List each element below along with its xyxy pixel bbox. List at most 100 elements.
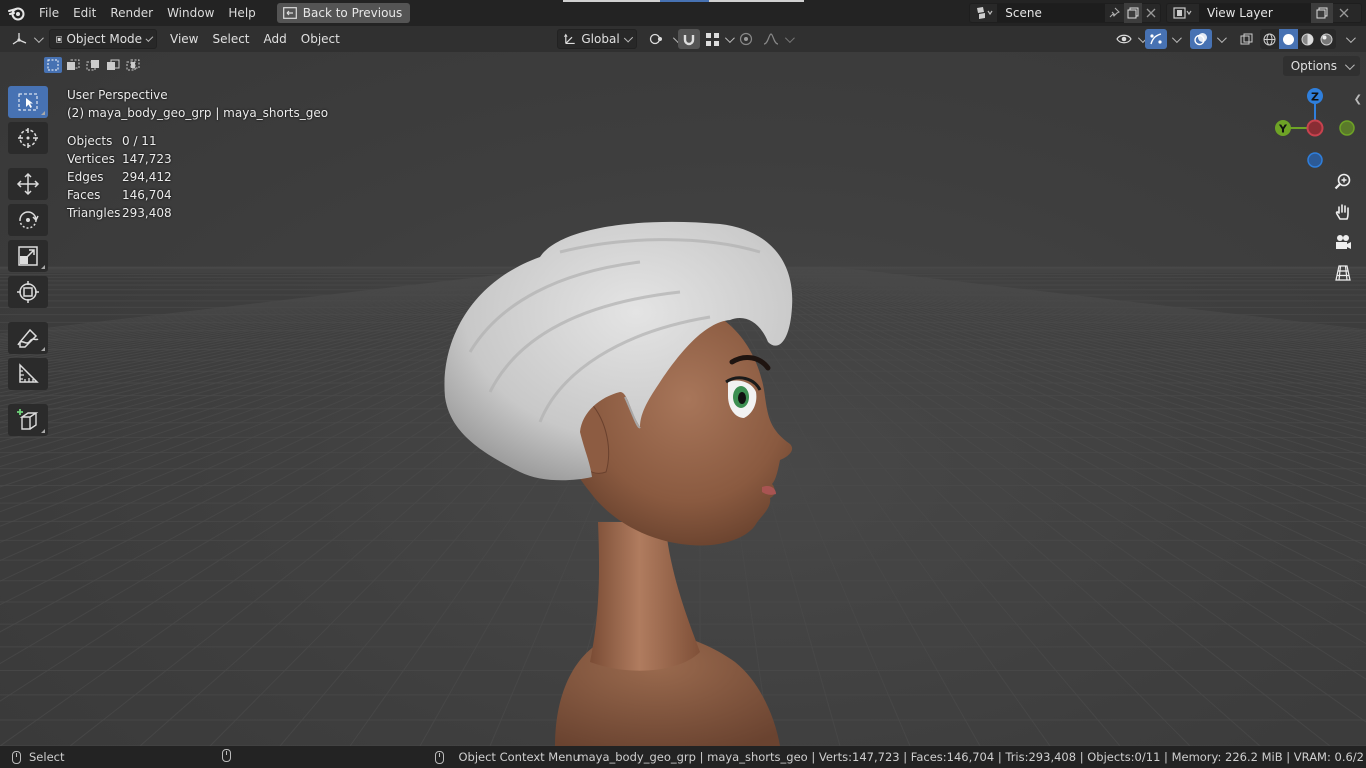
gizmo-z-label: Z <box>1311 91 1319 104</box>
gizmo-x-ball[interactable] <box>1306 119 1324 137</box>
mouse-middle-icon <box>222 749 232 762</box>
selection-mode-group <box>44 57 142 73</box>
rendered-shading-icon[interactable] <box>1317 29 1336 49</box>
menu-select[interactable]: Select <box>205 26 256 52</box>
xray-toggle[interactable] <box>1235 29 1257 49</box>
tool-scale[interactable] <box>8 240 48 272</box>
select-box-icon <box>18 93 38 111</box>
perspective-toggle-icon[interactable] <box>1330 260 1356 286</box>
workspace-tabs-indicator <box>563 0 804 2</box>
editor-type-button[interactable] <box>6 29 47 49</box>
tool-move[interactable] <box>8 168 48 200</box>
gizmo-dropdown[interactable] <box>1166 29 1183 49</box>
back-to-previous-button[interactable]: Back to Previous <box>276 3 411 23</box>
status-context-menu-label: Object Context Menu <box>458 750 580 764</box>
menu-object[interactable]: Object <box>294 26 347 52</box>
tool-annotate[interactable] <box>8 322 48 354</box>
falloff-dropdown[interactable] <box>757 29 798 49</box>
view-layer-name-field[interactable]: View Layer <box>1199 4 1311 22</box>
new-scene-icon[interactable] <box>1123 3 1142 23</box>
select-new-icon[interactable] <box>44 57 62 73</box>
menu-window[interactable]: Window <box>160 0 221 26</box>
tool-cursor[interactable] <box>8 122 48 154</box>
stat-label: Triangles <box>67 206 121 220</box>
pin-icon[interactable] <box>1105 3 1123 23</box>
chevron-down-icon <box>1216 32 1227 43</box>
tool-rotate[interactable] <box>8 204 48 236</box>
select-extend-icon[interactable] <box>64 57 82 73</box>
stat-row: Faces 146,704 <box>67 186 328 204</box>
delete-scene-icon[interactable] <box>1142 3 1160 23</box>
stat-row: Vertices 147,723 <box>67 150 328 168</box>
stat-value: 294,412 <box>122 170 172 184</box>
proportional-editing-toggle[interactable] <box>735 29 757 49</box>
stat-row: Objects 0 / 11 <box>67 132 328 150</box>
blender-logo-icon[interactable] <box>2 0 32 26</box>
scale-icon <box>18 246 38 266</box>
show-overlays-toggle[interactable] <box>1190 29 1212 49</box>
chevron-down-icon <box>724 32 735 43</box>
stat-label: Vertices <box>67 152 115 166</box>
material-preview-shading-icon[interactable] <box>1298 29 1317 49</box>
tool-measure[interactable] <box>8 358 48 390</box>
proportional-edit-icon <box>739 32 753 46</box>
navigation-gizmo[interactable]: Z Y <box>1268 84 1358 174</box>
status-bar: Select Object Context Menu maya_body_geo… <box>0 746 1366 768</box>
status-right-mouse: Object Context Menu <box>435 750 580 764</box>
gizmo-icon <box>1150 33 1162 45</box>
scene-icon[interactable] <box>970 3 997 23</box>
menu-file[interactable]: File <box>32 0 66 26</box>
options-button[interactable]: Options <box>1282 56 1360 76</box>
orientation-label: Global <box>581 32 620 46</box>
tool-transform[interactable] <box>8 276 48 308</box>
transform-orientation-dropdown[interactable]: Global <box>557 29 637 49</box>
3d-viewport-icon <box>12 33 27 45</box>
view-name: User Perspective <box>67 88 168 102</box>
scene-name-field[interactable]: Scene <box>997 4 1106 22</box>
chevron-down-icon <box>1344 59 1355 70</box>
magnet-icon <box>683 35 695 46</box>
tool-add-cube[interactable] <box>8 404 48 436</box>
transform-icon <box>17 281 39 303</box>
camera-view-icon[interactable] <box>1330 230 1356 256</box>
mode-label: Object Mode <box>66 32 143 46</box>
overlays-dropdown[interactable] <box>1211 29 1228 49</box>
wireframe-shading-icon[interactable] <box>1260 29 1279 49</box>
view-layer-icon[interactable] <box>1167 3 1199 23</box>
gizmo-neg-z-ball[interactable] <box>1307 152 1323 168</box>
stat-value: 146,704 <box>122 188 172 202</box>
pivot-icon <box>649 33 662 45</box>
measure-icon <box>19 363 39 383</box>
gizmo-neg-y-ball[interactable] <box>1339 120 1355 136</box>
chevron-down-icon <box>623 32 633 43</box>
scene-statistics: Objects 0 / 11 Vertices 147,723 Edges 294,4… <box>67 132 328 222</box>
pan-hand-icon[interactable] <box>1330 199 1356 225</box>
tool-select-box[interactable] <box>8 86 48 118</box>
delete-view-layer-icon[interactable] <box>1333 3 1355 23</box>
menu-help[interactable]: Help <box>221 0 262 26</box>
select-invert-icon[interactable] <box>104 57 122 73</box>
snap-toggle[interactable] <box>678 29 700 49</box>
viewport-header: Object Mode View Select Add Object Globa… <box>0 26 1366 52</box>
show-gizmo-toggle[interactable] <box>1145 29 1167 49</box>
menu-render[interactable]: Render <box>103 0 160 26</box>
status-middle-mouse <box>222 749 239 765</box>
solid-shading-icon[interactable] <box>1279 29 1298 49</box>
stat-label: Edges <box>67 170 104 184</box>
select-intersect-icon[interactable] <box>124 57 142 73</box>
zoom-icon[interactable] <box>1330 169 1356 195</box>
blender-window: File Edit Render Window Help Back to Pre… <box>0 0 1366 768</box>
snap-target-dropdown[interactable] <box>700 29 738 49</box>
shading-dropdown[interactable] <box>1340 29 1357 49</box>
3d-viewport[interactable]: User Perspective (2) maya_body_geo_grp |… <box>0 52 1366 746</box>
menu-view[interactable]: View <box>163 26 205 52</box>
back-to-previous-label: Back to Previous <box>302 6 403 20</box>
status-scene-info: maya_body_geo_grp | maya_shorts_geo | Ve… <box>577 750 1364 764</box>
chevron-down-icon <box>1345 32 1356 43</box>
menu-edit[interactable]: Edit <box>66 0 103 26</box>
options-label: Options <box>1290 59 1337 73</box>
new-view-layer-icon[interactable] <box>1311 3 1333 23</box>
menu-add[interactable]: Add <box>257 26 294 52</box>
mode-dropdown[interactable]: Object Mode <box>49 29 157 49</box>
select-subtract-icon[interactable] <box>84 57 102 73</box>
